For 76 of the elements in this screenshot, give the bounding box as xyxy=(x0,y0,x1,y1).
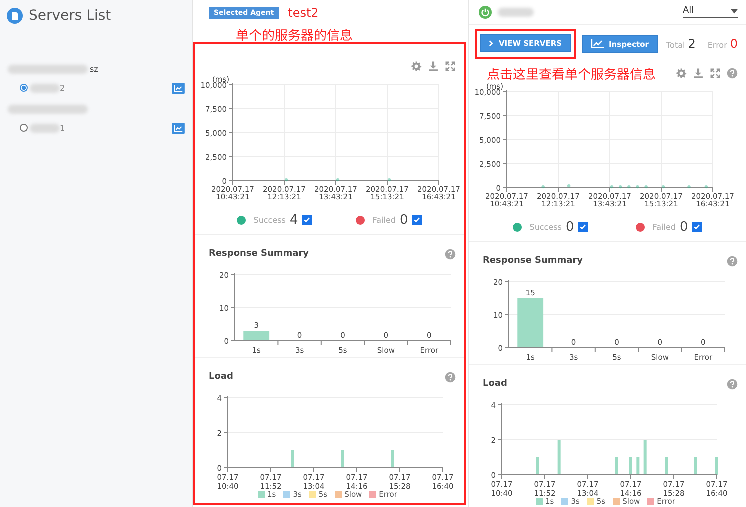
bar xyxy=(291,450,294,468)
expand-icon[interactable] xyxy=(710,68,721,78)
help-icon[interactable] xyxy=(727,68,738,78)
bar xyxy=(341,450,344,468)
sidebar-title: Servers List xyxy=(29,8,112,24)
download-icon[interactable] xyxy=(693,68,704,78)
expand-icon[interactable] xyxy=(445,60,456,72)
group-label: sz xyxy=(90,64,98,74)
checkbox[interactable] xyxy=(692,222,702,232)
data-point xyxy=(628,185,631,189)
blurred-text xyxy=(498,8,534,16)
bar xyxy=(615,458,618,475)
legend-count: 0 xyxy=(680,220,688,234)
bar xyxy=(558,440,561,475)
bar xyxy=(518,298,544,348)
legend-label: Failed xyxy=(372,216,396,224)
checkbox[interactable] xyxy=(302,215,312,225)
data-point xyxy=(388,178,392,182)
section-title: Load xyxy=(209,372,234,382)
help-icon[interactable] xyxy=(445,372,456,382)
settings-icon[interactable] xyxy=(411,60,422,72)
legend-label: Success xyxy=(254,216,286,224)
annotation-text: 点击这里查看单个服务器信息 xyxy=(487,64,656,82)
data-point xyxy=(567,184,571,188)
data-point xyxy=(636,185,640,189)
section-title: Load xyxy=(483,379,508,389)
data-point xyxy=(704,185,708,189)
bar xyxy=(391,450,394,468)
data-point xyxy=(610,185,614,189)
stat-label: Error xyxy=(708,41,728,50)
chart-button[interactable] xyxy=(172,82,185,94)
bar xyxy=(536,458,540,475)
help-icon[interactable] xyxy=(727,378,738,390)
help-icon[interactable] xyxy=(727,256,738,266)
filter-dropdown[interactable]: All xyxy=(683,6,738,18)
stat-label: Total xyxy=(666,41,686,50)
data-point xyxy=(688,185,691,189)
data-point xyxy=(662,185,666,189)
chevron-icon xyxy=(489,40,494,46)
bar xyxy=(716,458,718,475)
section-title: Response Summary xyxy=(483,256,584,266)
caret-icon xyxy=(731,8,738,14)
data-point xyxy=(336,178,340,182)
annotation-text: 单个的服务器的信息 xyxy=(235,24,354,42)
stat-value: 0 xyxy=(730,37,738,51)
stat-value: 2 xyxy=(688,37,696,51)
chart-icon xyxy=(591,39,604,49)
chart-button[interactable] xyxy=(172,122,185,134)
section-title: Response Summary xyxy=(209,249,310,259)
radio-button[interactable] xyxy=(20,84,28,92)
checkbox[interactable] xyxy=(412,215,422,225)
help-icon[interactable] xyxy=(445,248,456,260)
power-icon xyxy=(479,6,492,18)
legend-count: 0 xyxy=(400,212,408,228)
bar xyxy=(630,458,632,475)
bar xyxy=(665,458,668,475)
bar xyxy=(644,440,647,475)
data-point xyxy=(542,185,545,189)
legend-label: Failed xyxy=(652,222,676,232)
radio-button[interactable] xyxy=(20,124,28,132)
bar xyxy=(694,458,697,475)
checkbox[interactable] xyxy=(578,222,588,232)
legend-label: Success xyxy=(530,222,562,232)
data-point xyxy=(284,178,288,182)
agent-name: test2 xyxy=(288,6,319,20)
bar xyxy=(636,458,640,475)
legend-count: 4 xyxy=(290,212,298,228)
download-icon[interactable] xyxy=(428,60,439,72)
data-point xyxy=(644,185,648,189)
document-icon xyxy=(7,8,23,24)
bar xyxy=(244,331,270,341)
blurred-text xyxy=(30,84,60,92)
settings-icon[interactable] xyxy=(676,68,687,78)
data-point xyxy=(618,185,622,189)
legend-count: 0 xyxy=(566,220,574,234)
blurred-text xyxy=(30,124,60,132)
